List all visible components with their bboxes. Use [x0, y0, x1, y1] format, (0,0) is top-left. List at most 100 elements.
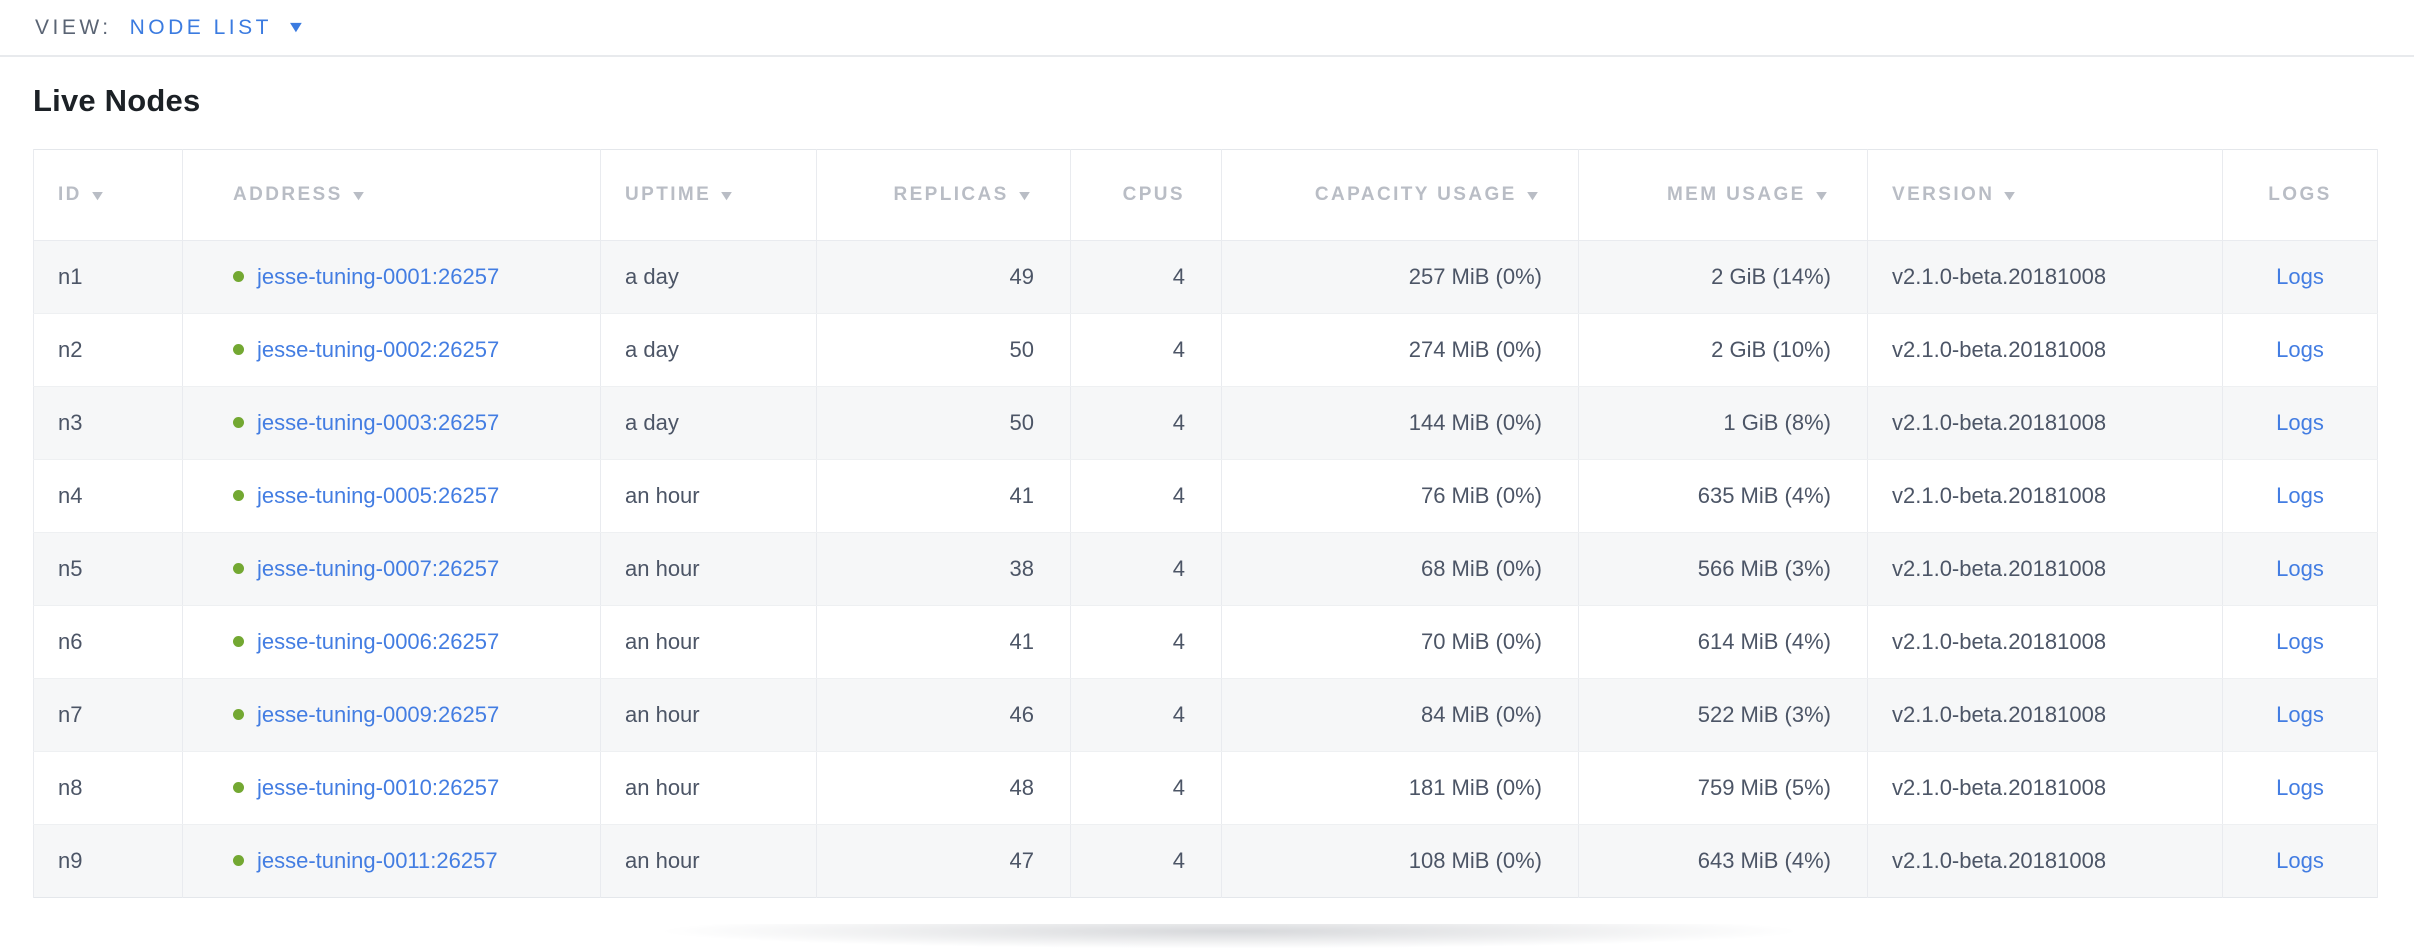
node-replicas-cell: 50	[817, 314, 1071, 387]
node-address-link[interactable]: jesse-tuning-0006:26257	[257, 629, 499, 654]
table-row: n5jesse-tuning-0007:26257an hour38468 Mi…	[34, 533, 2378, 606]
node-logs-link[interactable]: Logs	[2276, 702, 2324, 727]
node-capacity-cell: 84 MiB (0%)	[1222, 679, 1579, 752]
node-logs-cell: Logs	[2223, 314, 2378, 387]
table-row: n8jesse-tuning-0010:26257an hour484181 M…	[34, 752, 2378, 825]
node-uptime-cell: an hour	[601, 752, 817, 825]
node-cpus-cell: 4	[1071, 825, 1222, 898]
node-version-cell: v2.1.0-beta.20181008	[1868, 606, 2223, 679]
node-mem-cell: 566 MiB (3%)	[1579, 533, 1868, 606]
node-logs-link[interactable]: Logs	[2276, 264, 2324, 289]
node-cpus-cell: 4	[1071, 387, 1222, 460]
node-uptime-cell: an hour	[601, 533, 817, 606]
column-header-mem-usage[interactable]: MEM USAGE▼	[1579, 150, 1868, 241]
node-mem-cell: 1 GiB (8%)	[1579, 387, 1868, 460]
live-nodes-section: Live Nodes ID▼ ADDRESS▼ UPTIME▼ REPLICAS…	[0, 57, 2414, 898]
table-row: n3jesse-tuning-0003:26257a day504144 MiB…	[34, 387, 2378, 460]
node-cpus-cell: 4	[1071, 606, 1222, 679]
node-capacity-cell: 144 MiB (0%)	[1222, 387, 1579, 460]
node-address-cell: jesse-tuning-0005:26257	[183, 460, 601, 533]
view-selector-dropdown[interactable]: NODE LIST ▼	[130, 16, 304, 40]
node-mem-cell: 2 GiB (10%)	[1579, 314, 1868, 387]
table-row: n2jesse-tuning-0002:26257a day504274 MiB…	[34, 314, 2378, 387]
node-version-cell: v2.1.0-beta.20181008	[1868, 679, 2223, 752]
node-capacity-cell: 70 MiB (0%)	[1222, 606, 1579, 679]
offscreen-element-shadow	[470, 924, 1990, 948]
node-capacity-cell: 76 MiB (0%)	[1222, 460, 1579, 533]
node-logs-cell: Logs	[2223, 752, 2378, 825]
node-version-cell: v2.1.0-beta.20181008	[1868, 460, 2223, 533]
node-capacity-cell: 68 MiB (0%)	[1222, 533, 1579, 606]
node-address-link[interactable]: jesse-tuning-0003:26257	[257, 410, 499, 435]
node-logs-link[interactable]: Logs	[2276, 629, 2324, 654]
node-uptime-cell: an hour	[601, 825, 817, 898]
node-mem-cell: 635 MiB (4%)	[1579, 460, 1868, 533]
node-address-link[interactable]: jesse-tuning-0002:26257	[257, 337, 499, 362]
column-header-uptime[interactable]: UPTIME▼	[601, 150, 817, 241]
table-row: n7jesse-tuning-0009:26257an hour46484 Mi…	[34, 679, 2378, 752]
node-capacity-cell: 108 MiB (0%)	[1222, 825, 1579, 898]
node-version-cell: v2.1.0-beta.20181008	[1868, 314, 2223, 387]
table-row: n6jesse-tuning-0006:26257an hour41470 Mi…	[34, 606, 2378, 679]
node-logs-link[interactable]: Logs	[2276, 410, 2324, 435]
node-logs-cell: Logs	[2223, 241, 2378, 314]
node-mem-cell: 2 GiB (14%)	[1579, 241, 1868, 314]
sort-arrow-icon: ▼	[88, 187, 109, 203]
node-replicas-cell: 38	[817, 533, 1071, 606]
column-header-version[interactable]: VERSION▼	[1868, 150, 2223, 241]
view-label: VIEW:	[35, 16, 112, 40]
column-header-address[interactable]: ADDRESS▼	[183, 150, 601, 241]
node-id-cell: n4	[34, 460, 183, 533]
node-replicas-cell: 49	[817, 241, 1071, 314]
node-address-link[interactable]: jesse-tuning-0007:26257	[257, 556, 499, 581]
sort-arrow-icon: ▼	[2001, 187, 2022, 203]
node-cpus-cell: 4	[1071, 314, 1222, 387]
node-address-link[interactable]: jesse-tuning-0009:26257	[257, 702, 499, 727]
node-replicas-cell: 41	[817, 460, 1071, 533]
node-health-ok-icon	[233, 782, 244, 793]
node-mem-cell: 759 MiB (5%)	[1579, 752, 1868, 825]
column-header-logs: LOGS	[2223, 150, 2378, 241]
column-header-cpus: CPUS	[1071, 150, 1222, 241]
node-address-link[interactable]: jesse-tuning-0010:26257	[257, 775, 499, 800]
node-uptime-cell: an hour	[601, 606, 817, 679]
node-address-link[interactable]: jesse-tuning-0001:26257	[257, 264, 499, 289]
sort-arrow-icon: ▼	[1812, 187, 1833, 203]
node-cpus-cell: 4	[1071, 460, 1222, 533]
column-header-capacity-usage[interactable]: CAPACITY USAGE▼	[1222, 150, 1579, 241]
node-replicas-cell: 46	[817, 679, 1071, 752]
node-uptime-cell: a day	[601, 314, 817, 387]
node-version-cell: v2.1.0-beta.20181008	[1868, 752, 2223, 825]
node-version-cell: v2.1.0-beta.20181008	[1868, 241, 2223, 314]
node-address-cell: jesse-tuning-0010:26257	[183, 752, 601, 825]
node-id-cell: n9	[34, 825, 183, 898]
node-id-cell: n7	[34, 679, 183, 752]
node-logs-link[interactable]: Logs	[2276, 337, 2324, 362]
node-logs-link[interactable]: Logs	[2276, 556, 2324, 581]
node-address-cell: jesse-tuning-0007:26257	[183, 533, 601, 606]
node-health-ok-icon	[233, 636, 244, 647]
node-logs-link[interactable]: Logs	[2276, 848, 2324, 873]
node-logs-link[interactable]: Logs	[2276, 775, 2324, 800]
view-selector-value: NODE LIST	[130, 16, 272, 40]
table-row: n9jesse-tuning-0011:26257an hour474108 M…	[34, 825, 2378, 898]
column-header-replicas[interactable]: REPLICAS▼	[817, 150, 1071, 241]
node-cpus-cell: 4	[1071, 679, 1222, 752]
node-logs-cell: Logs	[2223, 533, 2378, 606]
view-bar: VIEW: NODE LIST ▼	[0, 0, 2414, 57]
node-address-link[interactable]: jesse-tuning-0011:26257	[257, 848, 498, 873]
sort-arrow-icon: ▼	[1015, 187, 1036, 203]
page-title: Live Nodes	[33, 83, 2379, 119]
node-mem-cell: 643 MiB (4%)	[1579, 825, 1868, 898]
column-header-id[interactable]: ID▼	[34, 150, 183, 241]
node-id-cell: n3	[34, 387, 183, 460]
node-logs-link[interactable]: Logs	[2276, 483, 2324, 508]
node-version-cell: v2.1.0-beta.20181008	[1868, 825, 2223, 898]
node-address-cell: jesse-tuning-0003:26257	[183, 387, 601, 460]
table-header-row: ID▼ ADDRESS▼ UPTIME▼ REPLICAS▼ CPUS CAPA…	[34, 150, 2378, 241]
node-mem-cell: 614 MiB (4%)	[1579, 606, 1868, 679]
node-address-link[interactable]: jesse-tuning-0005:26257	[257, 483, 499, 508]
node-uptime-cell: an hour	[601, 460, 817, 533]
node-id-cell: n6	[34, 606, 183, 679]
node-logs-cell: Logs	[2223, 606, 2378, 679]
